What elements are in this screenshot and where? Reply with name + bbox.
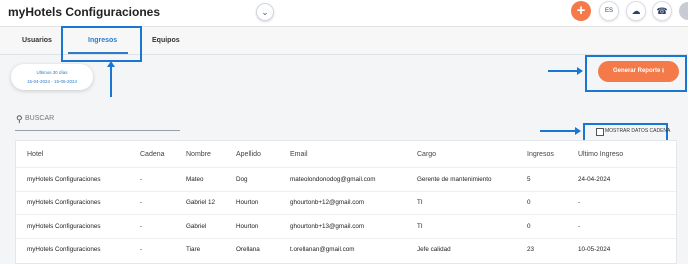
annotation-arrow-up <box>107 61 114 97</box>
cell-email: ghourtonb+12@gmail.com <box>290 190 417 215</box>
table-row[interactable]: myHotels Configuraciones - Mateo Dog mat… <box>16 167 676 191</box>
cell-apellido: Hourton <box>236 214 290 238</box>
cell-nombre: Mateo <box>186 167 236 191</box>
cell-ultimo-ingreso: - <box>578 190 676 215</box>
cell-ultimo-ingreso: 24-04-2024 <box>578 167 676 191</box>
date-range-value: 15-04-2024 - 15-05-2024 <box>26 79 78 84</box>
date-range-label: Ultimos 30 días <box>36 70 68 75</box>
column-header[interactable]: Email <box>290 141 417 168</box>
cell-ultimo-ingreso: 10-05-2024 <box>578 237 676 261</box>
user-avatar-icon[interactable] <box>679 2 688 20</box>
cell-cadena: - <box>140 214 186 238</box>
cell-email: ghourtonb+13@gmail.com <box>290 214 417 238</box>
annotation-arrow-generate <box>548 67 583 74</box>
cell-ingresos: 0 <box>527 214 578 238</box>
tab-equipos[interactable]: Equipos <box>152 37 180 44</box>
cell-cadena: - <box>140 190 186 215</box>
column-header[interactable]: Ingresos <box>527 141 578 168</box>
cell-hotel: myHotels Configuraciones <box>16 167 140 191</box>
headset-icon[interactable]: ☎ <box>652 1 672 21</box>
cell-cargo: TI <box>417 190 527 215</box>
table-row[interactable]: myHotels Configuraciones - Tiare Orellan… <box>16 237 676 261</box>
cell-apellido: Dog <box>236 167 290 191</box>
annotation-arrow-checkbox <box>540 127 581 134</box>
show-chain-data-checkbox[interactable] <box>596 128 604 136</box>
cell-hotel: myHotels Configuraciones <box>16 237 140 261</box>
date-range-filter[interactable]: Ultimos 30 días 15-04-2024 - 15-05-2024 <box>11 64 93 90</box>
show-chain-data-label: MOSTRAR DATOS CADENA <box>605 128 671 134</box>
table-row[interactable]: myHotels Configuraciones - Gabriel 12 Ho… <box>16 190 676 215</box>
add-button[interactable]: + <box>571 1 591 21</box>
cell-cadena: - <box>140 167 186 191</box>
column-header[interactable]: Cadena <box>140 141 186 168</box>
generate-report-button[interactable]: Generar Reporte ⭳ <box>598 61 679 82</box>
cell-ingresos: 23 <box>527 237 578 261</box>
cell-ingresos: 5 <box>527 167 578 191</box>
table-header-row: Hotel Cadena Nombre Apellido Email Cargo… <box>16 141 676 168</box>
cell-nombre: Gabriel 12 <box>186 190 236 215</box>
cell-email: mateolondonodog@gmail.com <box>290 167 417 191</box>
tab-usuarios[interactable]: Usuarios <box>22 37 52 44</box>
cell-hotel: myHotels Configuraciones <box>16 214 140 238</box>
cell-apellido: Hourton <box>236 190 290 215</box>
search-input[interactable] <box>25 115 175 122</box>
column-header[interactable]: Ultimo Ingreso <box>578 141 676 168</box>
cell-email: t.orellanan@gmail.com <box>290 237 417 261</box>
cell-cargo: TI <box>417 214 527 238</box>
cell-ultimo-ingreso: - <box>578 214 676 238</box>
table-row[interactable]: myHotels Configuraciones - Gabriel Hourt… <box>16 214 676 238</box>
cell-ingresos: 0 <box>527 190 578 215</box>
chevron-down-icon[interactable]: ⌄ <box>256 3 274 21</box>
column-header[interactable]: Nombre <box>186 141 236 168</box>
app-title: myHotels Configuraciones <box>8 5 161 19</box>
annotation-box-tab <box>61 26 142 62</box>
cell-nombre: Tiare <box>186 237 236 261</box>
cell-hotel: myHotels Configuraciones <box>16 190 140 215</box>
cell-cargo: Jefe calidad <box>417 237 527 261</box>
cell-nombre: Gabriel <box>186 214 236 238</box>
column-header[interactable]: Cargo <box>417 141 527 168</box>
search-icon: ⚲ <box>16 114 23 124</box>
column-header[interactable]: Hotel <box>16 141 140 168</box>
cloud-icon[interactable]: ☁ <box>626 1 646 21</box>
column-header[interactable]: Apellido <box>236 141 290 168</box>
cell-cadena: - <box>140 237 186 261</box>
top-bar: myHotels Configuraciones ⌄ + ES ☁ ☎ <box>0 0 688 27</box>
search-bar: ⚲ <box>15 113 180 131</box>
logins-table: Hotel Cadena Nombre Apellido Email Cargo… <box>15 140 677 264</box>
language-button[interactable]: ES <box>599 1 619 21</box>
cell-cargo: Gerente de mantenimiento <box>417 167 527 191</box>
cell-apellido: Orellana <box>236 237 290 261</box>
